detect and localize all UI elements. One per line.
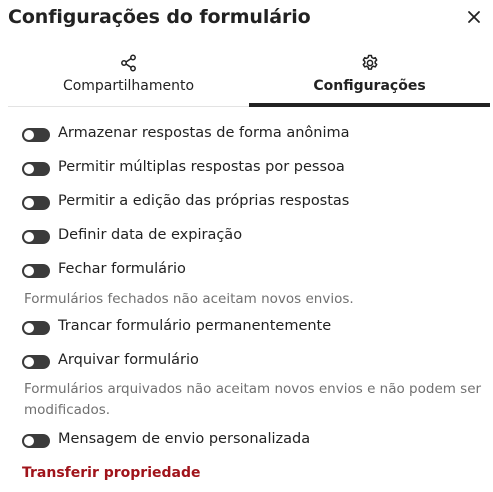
toggle-knob — [24, 357, 34, 367]
lock-form-toggle[interactable] — [22, 321, 50, 335]
toggle-knob — [24, 164, 34, 174]
transfer-ownership-link[interactable]: Transferir propriedade — [22, 465, 200, 481]
setting-expiration[interactable]: Definir data de expiração — [22, 226, 482, 248]
setting-archive-form-label: Arquivar formulário — [58, 352, 199, 368]
toggle-knob — [24, 232, 34, 242]
anonymous-toggle[interactable] — [22, 128, 50, 142]
setting-anonymous-label: Armazenar respostas de forma anônima — [58, 125, 350, 141]
setting-close-form-label: Fechar formulário — [58, 261, 186, 277]
setting-lock-form-label: Trancar formulário permanentemente — [58, 318, 332, 334]
setting-custom-message-label: Mensagem de envio personalizada — [58, 431, 311, 447]
closed-form-note: Formulários fechados não aceitam novos e… — [24, 291, 354, 307]
multiple-responses-toggle[interactable] — [22, 162, 50, 176]
tab-settings[interactable]: Configurações — [249, 50, 490, 107]
share-icon — [121, 54, 136, 72]
setting-multiple-responses-label: Permitir múltiplas respostas por pessoa — [58, 159, 345, 175]
tab-bar: Compartilhamento Configurações — [8, 50, 490, 108]
tab-settings-label: Configurações — [313, 78, 426, 94]
archive-form-toggle[interactable] — [22, 355, 50, 369]
toggle-knob — [24, 130, 34, 140]
setting-close-form[interactable]: Fechar formulário — [22, 260, 482, 282]
tab-sharing[interactable]: Compartilhamento — [8, 50, 249, 107]
close-button[interactable] — [464, 7, 484, 27]
setting-allow-edit-label: Permitir a edição das próprias respostas — [58, 193, 350, 209]
dialog-header: Configurações do formulário — [8, 0, 488, 36]
toggle-knob — [24, 436, 34, 446]
setting-archive-form[interactable]: Arquivar formulário — [22, 351, 482, 373]
custom-message-toggle[interactable] — [22, 434, 50, 448]
setting-anonymous[interactable]: Armazenar respostas de forma anônima — [22, 124, 482, 146]
setting-allow-edit[interactable]: Permitir a edição das próprias respostas — [22, 192, 482, 214]
close-icon[interactable] — [464, 7, 484, 27]
close-form-toggle[interactable] — [22, 264, 50, 278]
toggle-knob — [24, 266, 34, 276]
active-tab-indicator — [249, 103, 490, 107]
toggle-knob — [24, 198, 34, 208]
tab-sharing-label: Compartilhamento — [62, 78, 195, 94]
setting-multiple-responses[interactable]: Permitir múltiplas respostas por pessoa — [22, 158, 482, 180]
setting-custom-message[interactable]: Mensagem de envio personalizada — [22, 430, 482, 452]
setting-expiration-label: Definir data de expiração — [58, 227, 243, 243]
gear-icon — [362, 54, 378, 70]
expiration-toggle[interactable] — [22, 230, 50, 244]
toggle-knob — [24, 323, 34, 333]
archived-form-note: Formulários arquivados não aceitam novos… — [24, 381, 482, 418]
dialog-title: Configurações do formulário — [8, 6, 311, 28]
allow-edit-toggle[interactable] — [22, 196, 50, 210]
setting-lock-form[interactable]: Trancar formulário permanentemente — [22, 317, 482, 339]
